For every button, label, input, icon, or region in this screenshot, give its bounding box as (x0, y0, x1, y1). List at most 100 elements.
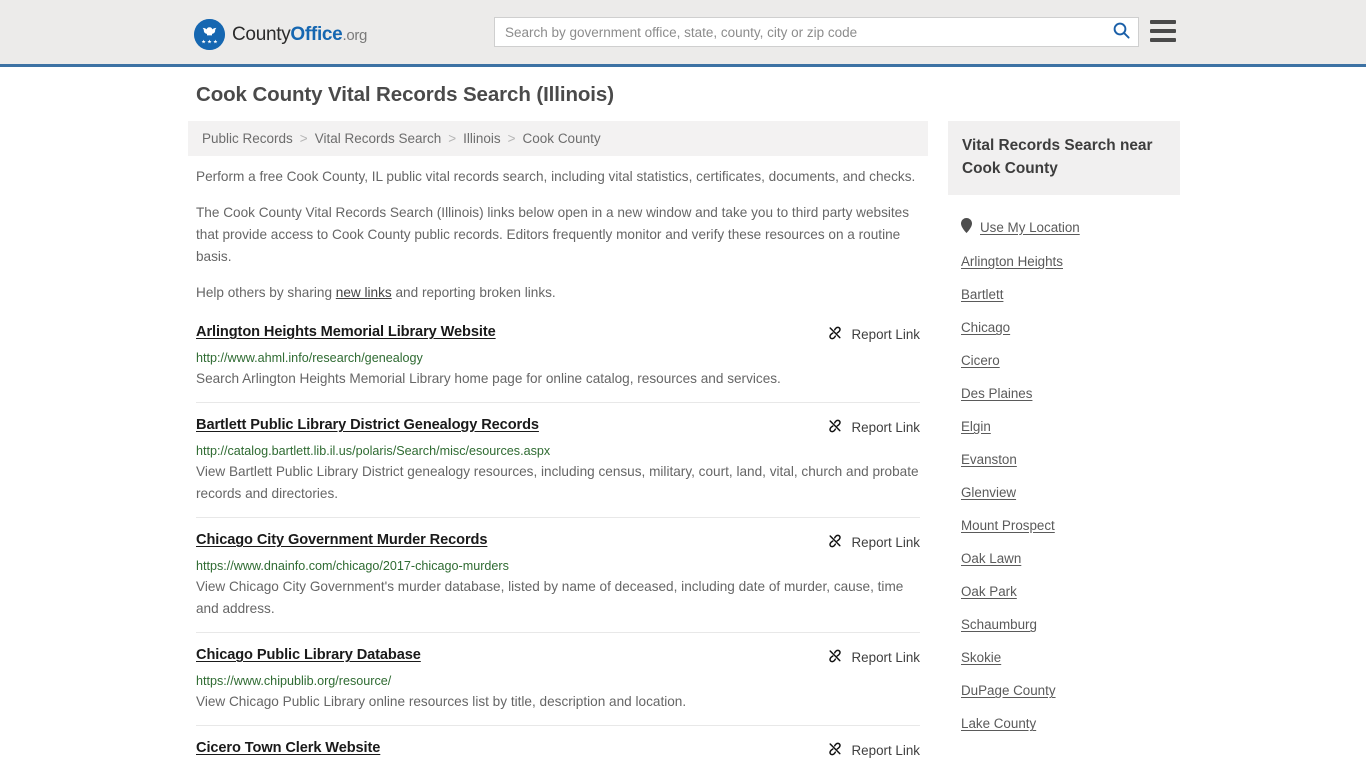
report-link-button[interactable]: Report Link (827, 417, 920, 437)
logo-wordmark: CountyOffice.org (232, 25, 367, 44)
sidebar-item-cicero[interactable]: Cicero (948, 344, 1180, 377)
results-list: Arlington Heights Memorial Library Websi… (188, 318, 928, 768)
result-description: View Chicago City Government's murder da… (196, 579, 904, 617)
use-my-location-link[interactable]: Use My Location (980, 220, 1080, 235)
sidebar-link[interactable]: Arlington Heights (961, 254, 1063, 269)
broken-link-icon (827, 648, 843, 667)
result-title-link[interactable]: Chicago Public Library Database (196, 647, 421, 663)
report-link-label: Report Link (851, 420, 920, 436)
result-item: Chicago Public Library Database Report L… (196, 632, 920, 725)
sidebar-item-bartlett[interactable]: Bartlett (948, 278, 1180, 311)
sidebar-item-skokie[interactable]: Skokie (948, 641, 1180, 674)
page-body: Cook County Vital Records Search (Illino… (0, 67, 1366, 768)
result-title-link[interactable]: Arlington Heights Memorial Library Websi… (196, 324, 496, 340)
result-description: View Bartlett Public Library District ge… (196, 464, 919, 502)
result-title-link[interactable]: Chicago City Government Murder Records (196, 532, 487, 548)
sidebar-item-arlington-heights[interactable]: Arlington Heights (948, 245, 1180, 278)
result-header: Arlington Heights Memorial Library Websi… (196, 324, 920, 344)
report-link-label: Report Link (851, 743, 920, 759)
intro-p3-before: Help others by sharing (196, 285, 336, 301)
sidebar-link[interactable]: Elgin (961, 419, 991, 434)
sidebar-link[interactable]: Glenview (961, 485, 1016, 500)
result-url[interactable]: https://www.chipublib.org/resource/ (196, 674, 920, 688)
intro-paragraph-1: Perform a free Cook County, IL public vi… (196, 169, 916, 184)
breadcrumb: Public Records > Vital Records Search > … (188, 121, 928, 156)
report-link-button[interactable]: Report Link (827, 532, 920, 552)
broken-link-icon (827, 418, 843, 437)
sidebar-link[interactable]: Evanston (961, 452, 1017, 467)
result-item: Arlington Heights Memorial Library Websi… (196, 318, 920, 402)
intro-text: Perform a free Cook County, IL public vi… (188, 166, 928, 304)
sidebar-item-elgin[interactable]: Elgin (948, 410, 1180, 443)
broken-link-icon (827, 533, 843, 552)
sidebar-item-use-my-location[interactable]: Use My Location (948, 209, 1180, 245)
sidebar-link[interactable]: Lake County (961, 716, 1036, 731)
sidebar-item-des-plaines[interactable]: Des Plaines (948, 377, 1180, 410)
search-icon (1113, 22, 1130, 42)
result-header: Chicago Public Library Database Report L… (196, 647, 920, 667)
sidebar-link[interactable]: Oak Lawn (961, 551, 1021, 566)
breadcrumb-item-cook-county[interactable]: Cook County (523, 131, 601, 146)
result-description: View Chicago Public Library online resou… (196, 694, 687, 710)
report-link-label: Report Link (851, 327, 920, 343)
page-title: Cook County Vital Records Search (Illino… (196, 83, 614, 106)
report-link-button[interactable]: Report Link (827, 647, 920, 667)
result-title-link[interactable]: Cicero Town Clerk Website (196, 740, 380, 756)
result-url[interactable]: http://catalog.bartlett.lib.il.us/polari… (196, 444, 920, 458)
hamburger-menu-icon[interactable] (1150, 20, 1176, 42)
sidebar-link[interactable]: Chicago (961, 320, 1010, 335)
result-url[interactable]: https://www.dnainfo.com/chicago/2017-chi… (196, 559, 920, 573)
result-description: Search Arlington Heights Memorial Librar… (196, 371, 781, 387)
sidebar-link[interactable]: Skokie (961, 650, 1001, 665)
sidebar-item-oak-park[interactable]: Oak Park (948, 575, 1180, 608)
sidebar-link[interactable]: Bartlett (961, 287, 1003, 302)
intro-paragraph-2: The Cook County Vital Records Search (Il… (196, 205, 910, 265)
content-columns: Public Records > Vital Records Search > … (188, 121, 1180, 768)
logo-text-office: Office (290, 24, 343, 45)
result-title-link[interactable]: Bartlett Public Library District Genealo… (196, 417, 539, 433)
report-link-button[interactable]: Report Link (827, 740, 920, 760)
search-button[interactable] (1104, 18, 1138, 46)
result-header: Bartlett Public Library District Genealo… (196, 417, 920, 437)
content-container: Cook County Vital Records Search (Illino… (188, 83, 1180, 768)
broken-link-icon (827, 741, 843, 760)
sidebar-item-evanston[interactable]: Evanston (948, 443, 1180, 476)
sidebar-link[interactable]: DuPage County (961, 683, 1056, 698)
sidebar-item-lake-county[interactable]: Lake County (948, 707, 1180, 740)
breadcrumb-separator: > (507, 131, 516, 146)
sidebar-link[interactable]: Cicero (961, 353, 1000, 368)
sidebar-item-oak-lawn[interactable]: Oak Lawn (948, 542, 1180, 575)
report-link-label: Report Link (851, 650, 920, 666)
sidebar-link[interactable]: Des Plaines (961, 386, 1032, 401)
sidebar-item-chicago[interactable]: Chicago (948, 311, 1180, 344)
search-input[interactable] (495, 18, 1104, 46)
breadcrumb-item-illinois[interactable]: Illinois (463, 131, 501, 146)
eagle-seal-icon (194, 19, 225, 50)
new-links-link[interactable]: new links (336, 285, 392, 300)
breadcrumb-separator: > (448, 131, 457, 146)
sidebar-item-dupage-county[interactable]: DuPage County (948, 674, 1180, 707)
sidebar-item-mount-prospect[interactable]: Mount Prospect (948, 509, 1180, 542)
intro-paragraph-3: Help others by sharing new links and rep… (196, 282, 920, 304)
breadcrumb-item-public-records[interactable]: Public Records (202, 131, 293, 146)
map-pin-icon (961, 218, 972, 236)
result-url[interactable]: http://www.ahml.info/research/genealogy (196, 351, 920, 365)
logo-text-org: .org (342, 27, 368, 44)
breadcrumb-item-vital-records-search[interactable]: Vital Records Search (315, 131, 442, 146)
result-item: Chicago City Government Murder Records R… (196, 517, 920, 632)
sidebar-links: Use My Location Arlington Heights Bartle… (948, 209, 1180, 740)
search-bar[interactable] (494, 17, 1139, 47)
breadcrumb-separator: > (299, 131, 308, 146)
sidebar-item-schaumburg[interactable]: Schaumburg (948, 608, 1180, 641)
sidebar-link[interactable]: Schaumburg (961, 617, 1037, 632)
result-item: Bartlett Public Library District Genealo… (196, 402, 920, 517)
report-link-label: Report Link (851, 535, 920, 551)
sidebar-link[interactable]: Mount Prospect (961, 518, 1055, 533)
result-item: Cicero Town Clerk Website Report Link (196, 725, 920, 768)
site-logo[interactable]: CountyOffice.org (194, 19, 367, 50)
report-link-button[interactable]: Report Link (827, 324, 920, 344)
sidebar-link[interactable]: Oak Park (961, 584, 1017, 599)
result-header: Chicago City Government Murder Records R… (196, 532, 920, 552)
sidebar-item-glenview[interactable]: Glenview (948, 476, 1180, 509)
sidebar-heading: Vital Records Search near Cook County (948, 121, 1180, 196)
